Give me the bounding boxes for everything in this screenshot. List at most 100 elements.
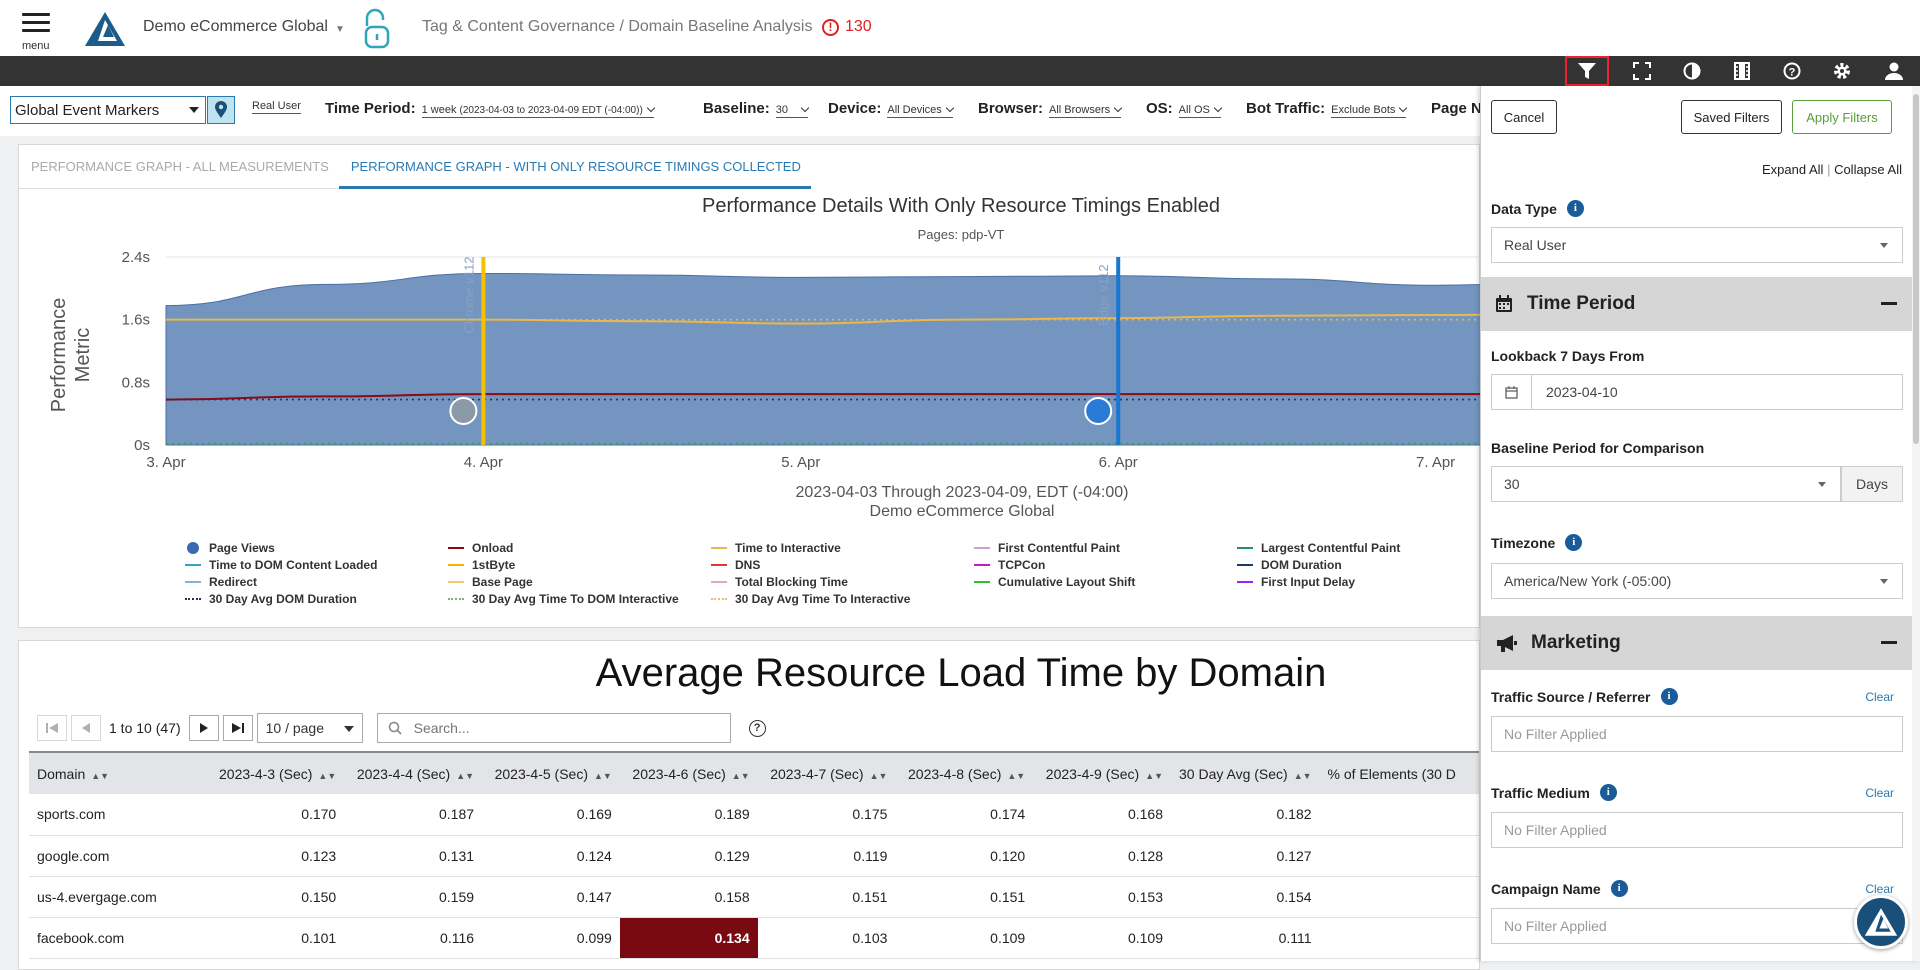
org-name[interactable]: Demo eCommerce Global xyxy=(143,18,328,36)
page-filter[interactable]: Page N xyxy=(1431,100,1482,117)
alert-badge[interactable]: ! 130 xyxy=(822,18,872,36)
table-search xyxy=(376,713,731,743)
legend-item[interactable]: TCPCon xyxy=(974,558,1045,572)
campaign-name-label: Campaign Name i xyxy=(1491,880,1628,897)
data-type-select[interactable]: Real User xyxy=(1491,227,1903,263)
legend-item[interactable]: 30 Day Avg Time To Interactive xyxy=(711,592,910,606)
first-page-button[interactable] xyxy=(37,715,67,741)
page-size-select[interactable]: 10 / page xyxy=(256,713,363,743)
event-markers-select[interactable]: Global Event Markers xyxy=(10,96,206,124)
domain-cell: google.com xyxy=(29,835,207,877)
help-chat-button[interactable] xyxy=(1854,895,1908,949)
apply-filters-button[interactable]: Apply Filters xyxy=(1792,100,1892,134)
legend-item[interactable]: 30 Day Avg DOM Duration xyxy=(185,592,357,606)
data-type-filter[interactable]: Real User xyxy=(252,100,301,114)
table-row[interactable]: google.com 0.123 0.131 0.124 0.129 0.119 0.120… xyxy=(29,835,1479,877)
info-icon[interactable]: i xyxy=(1566,200,1584,217)
collapse-all-link[interactable]: Collapse All xyxy=(1834,162,1902,177)
user-icon[interactable] xyxy=(1872,56,1916,86)
clear-traffic-source-link[interactable]: Clear xyxy=(1865,690,1894,704)
device-filter[interactable]: Device: All Devices xyxy=(828,100,955,118)
info-icon[interactable]: i xyxy=(1599,784,1617,801)
column-header[interactable]: 2023-4-3 (Sec) ▲▼ xyxy=(206,751,345,794)
event-marker-label: Chrome v112 xyxy=(461,256,476,333)
time-period-filter[interactable]: Time Period: 1 week (2023-04-03 to 2023-… xyxy=(325,100,656,118)
clear-traffic-medium-link[interactable]: Clear xyxy=(1865,786,1894,800)
os-filter[interactable]: OS: All OS xyxy=(1146,100,1223,118)
org-dropdown-icon[interactable]: ▼ xyxy=(335,24,345,35)
column-header[interactable]: 2023-4-4 (Sec) ▲▼ xyxy=(344,751,483,794)
info-icon[interactable]: i xyxy=(1565,534,1583,551)
filter-icon[interactable] xyxy=(1565,56,1609,86)
contrast-icon[interactable] xyxy=(1670,56,1714,86)
legend-item[interactable]: Onload xyxy=(448,541,513,555)
expand-all-link[interactable]: Expand All xyxy=(1762,162,1823,177)
last-page-button[interactable] xyxy=(222,715,253,741)
table-row[interactable]: sports.com 0.170 0.187 0.169 0.189 0.175 0.174… xyxy=(29,794,1479,836)
baseline-period-label: Baseline Period for Comparison xyxy=(1491,440,1705,456)
column-header[interactable]: 2023-4-6 (Sec) ▲▼ xyxy=(619,751,758,794)
gear-icon[interactable] xyxy=(1820,56,1864,86)
fullscreen-icon[interactable] xyxy=(1620,56,1664,86)
legend-item[interactable]: Cumulative Layout Shift xyxy=(974,575,1135,589)
legend-item[interactable]: Page Views xyxy=(185,541,275,555)
column-header[interactable]: Domain ▲▼ xyxy=(29,751,207,794)
menu-label: menu xyxy=(22,40,50,52)
column-header[interactable]: 2023-4-8 (Sec) ▲▼ xyxy=(895,751,1034,794)
browser-filter[interactable]: Browser: All Browsers xyxy=(978,100,1123,118)
column-header[interactable]: % of Elements (30 D xyxy=(1319,751,1479,794)
legend-item[interactable]: 30 Day Avg Time To DOM Interactive xyxy=(448,592,679,606)
info-icon[interactable]: i xyxy=(1610,880,1628,897)
help-icon[interactable]: ? xyxy=(1770,56,1814,86)
marketing-section-header[interactable]: Marketing xyxy=(1481,616,1913,670)
traffic-medium-input[interactable]: No Filter Applied xyxy=(1491,812,1903,848)
legend-item[interactable]: DNS xyxy=(711,558,760,572)
legend-item[interactable]: Time to Interactive xyxy=(711,541,841,555)
value-cell: 0.109 xyxy=(895,917,1034,959)
column-header[interactable]: 2023-4-9 (Sec) ▲▼ xyxy=(1033,751,1172,794)
cancel-button[interactable]: Cancel xyxy=(1491,100,1557,134)
legend-item[interactable]: Total Blocking Time xyxy=(711,575,848,589)
traffic-source-input[interactable]: No Filter Applied xyxy=(1491,716,1903,752)
legend-item[interactable]: First Input Delay xyxy=(1237,575,1355,589)
value-cell: 0.147 xyxy=(482,876,620,918)
collapse-icon[interactable] xyxy=(1881,302,1897,305)
x-tick-label: 3. Apr xyxy=(146,454,185,471)
column-header[interactable]: 2023-4-5 (Sec) ▲▼ xyxy=(482,751,620,794)
baseline-period-select[interactable]: 30 xyxy=(1491,466,1841,502)
table-row[interactable]: us-4.evergage.com 0.150 0.159 0.147 0.158 0.1… xyxy=(29,876,1479,918)
calendar-icon[interactable] xyxy=(1492,375,1532,409)
campaign-name-input[interactable]: No Filter Applied xyxy=(1491,908,1903,944)
baseline-filter[interactable]: Baseline: 30 xyxy=(703,100,810,118)
side-panel-scrollbar[interactable] xyxy=(1912,86,1920,961)
collapse-icon[interactable] xyxy=(1881,641,1897,644)
map-pin-icon[interactable] xyxy=(207,96,235,124)
table-row[interactable]: facebook.com 0.101 0.116 0.099 0.134 0.103 0.1… xyxy=(29,917,1479,959)
prev-page-button[interactable] xyxy=(71,715,101,741)
legend-item[interactable]: Time to DOM Content Loaded xyxy=(185,558,377,572)
y-tick-label: 0s xyxy=(134,437,150,454)
info-icon[interactable]: i xyxy=(1660,688,1678,705)
legend-item[interactable]: DOM Duration xyxy=(1237,558,1342,572)
svg-text:?: ? xyxy=(1789,67,1796,79)
lookback-date-input[interactable]: 2023-04-10 xyxy=(1491,374,1903,410)
film-icon[interactable] xyxy=(1720,56,1764,86)
legend-item[interactable]: Base Page xyxy=(448,575,533,589)
saved-filters-button[interactable]: Saved Filters xyxy=(1681,100,1782,134)
value-cell: 0.127 xyxy=(1171,835,1320,877)
clear-campaign-link[interactable]: Clear xyxy=(1865,882,1894,896)
legend-item[interactable]: Largest Contentful Paint xyxy=(1237,541,1400,555)
time-period-section-header[interactable]: Time Period xyxy=(1481,277,1913,331)
timezone-select[interactable]: America/New York (-05:00) xyxy=(1491,563,1903,599)
search-input[interactable] xyxy=(411,719,712,737)
legend-item[interactable]: Redirect xyxy=(185,575,257,589)
next-page-button[interactable] xyxy=(188,715,219,741)
legend-item[interactable]: First Contentful Paint xyxy=(974,541,1120,555)
menu-button[interactable]: menu xyxy=(20,10,54,54)
bot-traffic-filter[interactable]: Bot Traffic: Exclude Bots xyxy=(1246,100,1408,118)
help-icon[interactable]: ? xyxy=(748,719,766,737)
legend-item[interactable]: 1stByte xyxy=(448,558,515,572)
column-header[interactable]: 30 Day Avg (Sec) ▲▼ xyxy=(1171,751,1320,794)
unlock-icon[interactable] xyxy=(362,8,392,50)
column-header[interactable]: 2023-4-7 (Sec) ▲▼ xyxy=(757,751,896,794)
